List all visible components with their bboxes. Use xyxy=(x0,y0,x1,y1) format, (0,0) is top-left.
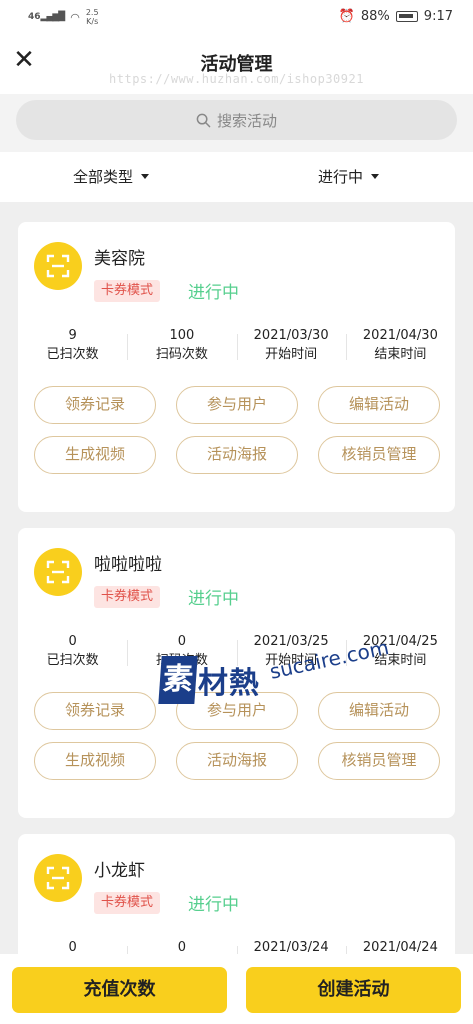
activity-name: 小龙虾 xyxy=(94,861,145,881)
chevron-down-icon xyxy=(141,174,150,179)
stat-value: 9 xyxy=(68,328,77,343)
chevron-down-icon xyxy=(371,174,380,179)
clock: 9:17 xyxy=(423,9,453,24)
participants-button[interactable]: 参与用户 xyxy=(176,386,298,424)
mode-badge: 卡券模式 xyxy=(94,280,161,302)
generate-video-button[interactable]: 生成视频 xyxy=(34,436,156,474)
stat-start-date: 2021/03/30 开始时间 xyxy=(236,326,346,366)
coupon-records-button[interactable]: 领券记录 xyxy=(34,386,156,424)
status-text: 进行中 xyxy=(188,589,239,609)
stat-scanned: 0 已扫次数 xyxy=(18,632,127,672)
stat-value: 2021/03/30 xyxy=(253,328,329,343)
activity-card: 啦啦啦啦 卡券模式 进行中 0 已扫次数 0 扫码次数 2021/03/25 开始时间… xyxy=(18,528,455,818)
battery-icon xyxy=(395,11,418,22)
title-bar: ✕ 活动管理 https://www.huzhan.com/ishop30921 xyxy=(0,34,473,94)
alarm-icon: ⏰ xyxy=(338,9,355,24)
net-speed-value: 2.5 xyxy=(85,8,99,17)
status-right: ⏰ 88% 9:17 xyxy=(339,9,453,24)
filter-status-label: 进行中 xyxy=(318,168,364,186)
status-text: 进行中 xyxy=(188,895,239,915)
status-bar: 46▂▄▆█ ◠ 2.5 K/s ⏰ 88% 9:17 xyxy=(0,0,473,34)
recharge-button[interactable]: 充值次数 xyxy=(12,967,227,1013)
activity-name: 美容院 xyxy=(94,249,145,269)
activity-card: 美容院 卡券模式 进行中 9 已扫次数 100 扫码次数 2021/03/30 开始时… xyxy=(18,222,455,512)
edit-activity-button[interactable]: 编辑活动 xyxy=(318,386,440,424)
activity-poster-button[interactable]: 活动海报 xyxy=(176,742,298,780)
stat-value: 2021/04/30 xyxy=(362,328,438,343)
stat-label: 扫码次数 xyxy=(155,347,208,362)
edit-activity-button[interactable]: 编辑活动 xyxy=(318,692,440,730)
signal-type: 46 xyxy=(28,12,41,22)
stat-label: 已扫次数 xyxy=(46,653,99,668)
create-activity-button[interactable]: 创建活动 xyxy=(246,967,461,1013)
net-speed: 2.5 K/s xyxy=(86,8,99,26)
stat-scanned: 9 已扫次数 xyxy=(18,326,127,366)
mode-badge: 卡券模式 xyxy=(94,586,161,608)
stat-scan-quota: 100 扫码次数 xyxy=(127,326,236,366)
generate-video-button[interactable]: 生成视频 xyxy=(34,742,156,780)
battery-percent: 88% xyxy=(360,9,390,24)
stat-label: 结束时间 xyxy=(374,347,427,362)
activity-avatar xyxy=(34,854,82,902)
verifier-management-button[interactable]: 核销员管理 xyxy=(318,742,440,780)
stat-end-date: 2021/04/30 结束时间 xyxy=(345,326,455,366)
mode-badge: 卡券模式 xyxy=(94,892,161,914)
stat-scan-quota: 0 扫码次数 xyxy=(127,632,236,672)
stat-label: 开始时间 xyxy=(265,347,318,362)
watermark-url: https://www.huzhan.com/ishop30921 xyxy=(109,72,364,86)
filter-type-dropdown[interactable]: 全部类型 xyxy=(73,166,150,187)
activity-poster-button[interactable]: 活动海报 xyxy=(176,436,298,474)
bottom-action-bar: 充值次数 创建活动 xyxy=(0,954,473,1024)
participants-button[interactable]: 参与用户 xyxy=(176,692,298,730)
status-left: 46▂▄▆█ ◠ 2.5 K/s xyxy=(28,8,99,26)
coupon-records-button[interactable]: 领券记录 xyxy=(34,692,156,730)
status-text: 进行中 xyxy=(188,283,239,303)
activity-avatar xyxy=(34,242,82,290)
signal-icon: 46▂▄▆█ xyxy=(28,12,65,22)
search-icon xyxy=(196,113,211,127)
stat-label: 扫码次数 xyxy=(155,653,208,668)
stat-value: 0 xyxy=(177,634,187,649)
filter-status-dropdown[interactable]: 进行中 xyxy=(318,166,380,187)
scan-icon xyxy=(46,560,70,584)
search-input[interactable]: 搜索活动 xyxy=(16,100,457,140)
search-placeholder: 搜索活动 xyxy=(216,111,277,130)
activity-name: 啦啦啦啦 xyxy=(94,555,162,575)
scan-icon xyxy=(46,254,70,278)
net-speed-unit: K/s xyxy=(86,17,99,26)
activity-avatar xyxy=(34,548,82,596)
scan-icon xyxy=(46,866,70,890)
wifi-icon: ◠ xyxy=(70,10,80,24)
filter-bar: 全部类型 进行中 xyxy=(0,152,473,202)
filter-type-label: 全部类型 xyxy=(73,168,134,186)
stat-label: 已扫次数 xyxy=(46,347,99,362)
verifier-management-button[interactable]: 核销员管理 xyxy=(318,436,440,474)
stat-value: 0 xyxy=(68,634,77,649)
search-area: 搜索活动 xyxy=(0,94,473,152)
stat-value: 100 xyxy=(169,328,195,343)
activity-stats: 9 已扫次数 100 扫码次数 2021/03/30 开始时间 2021/04/30 结… xyxy=(18,326,455,366)
